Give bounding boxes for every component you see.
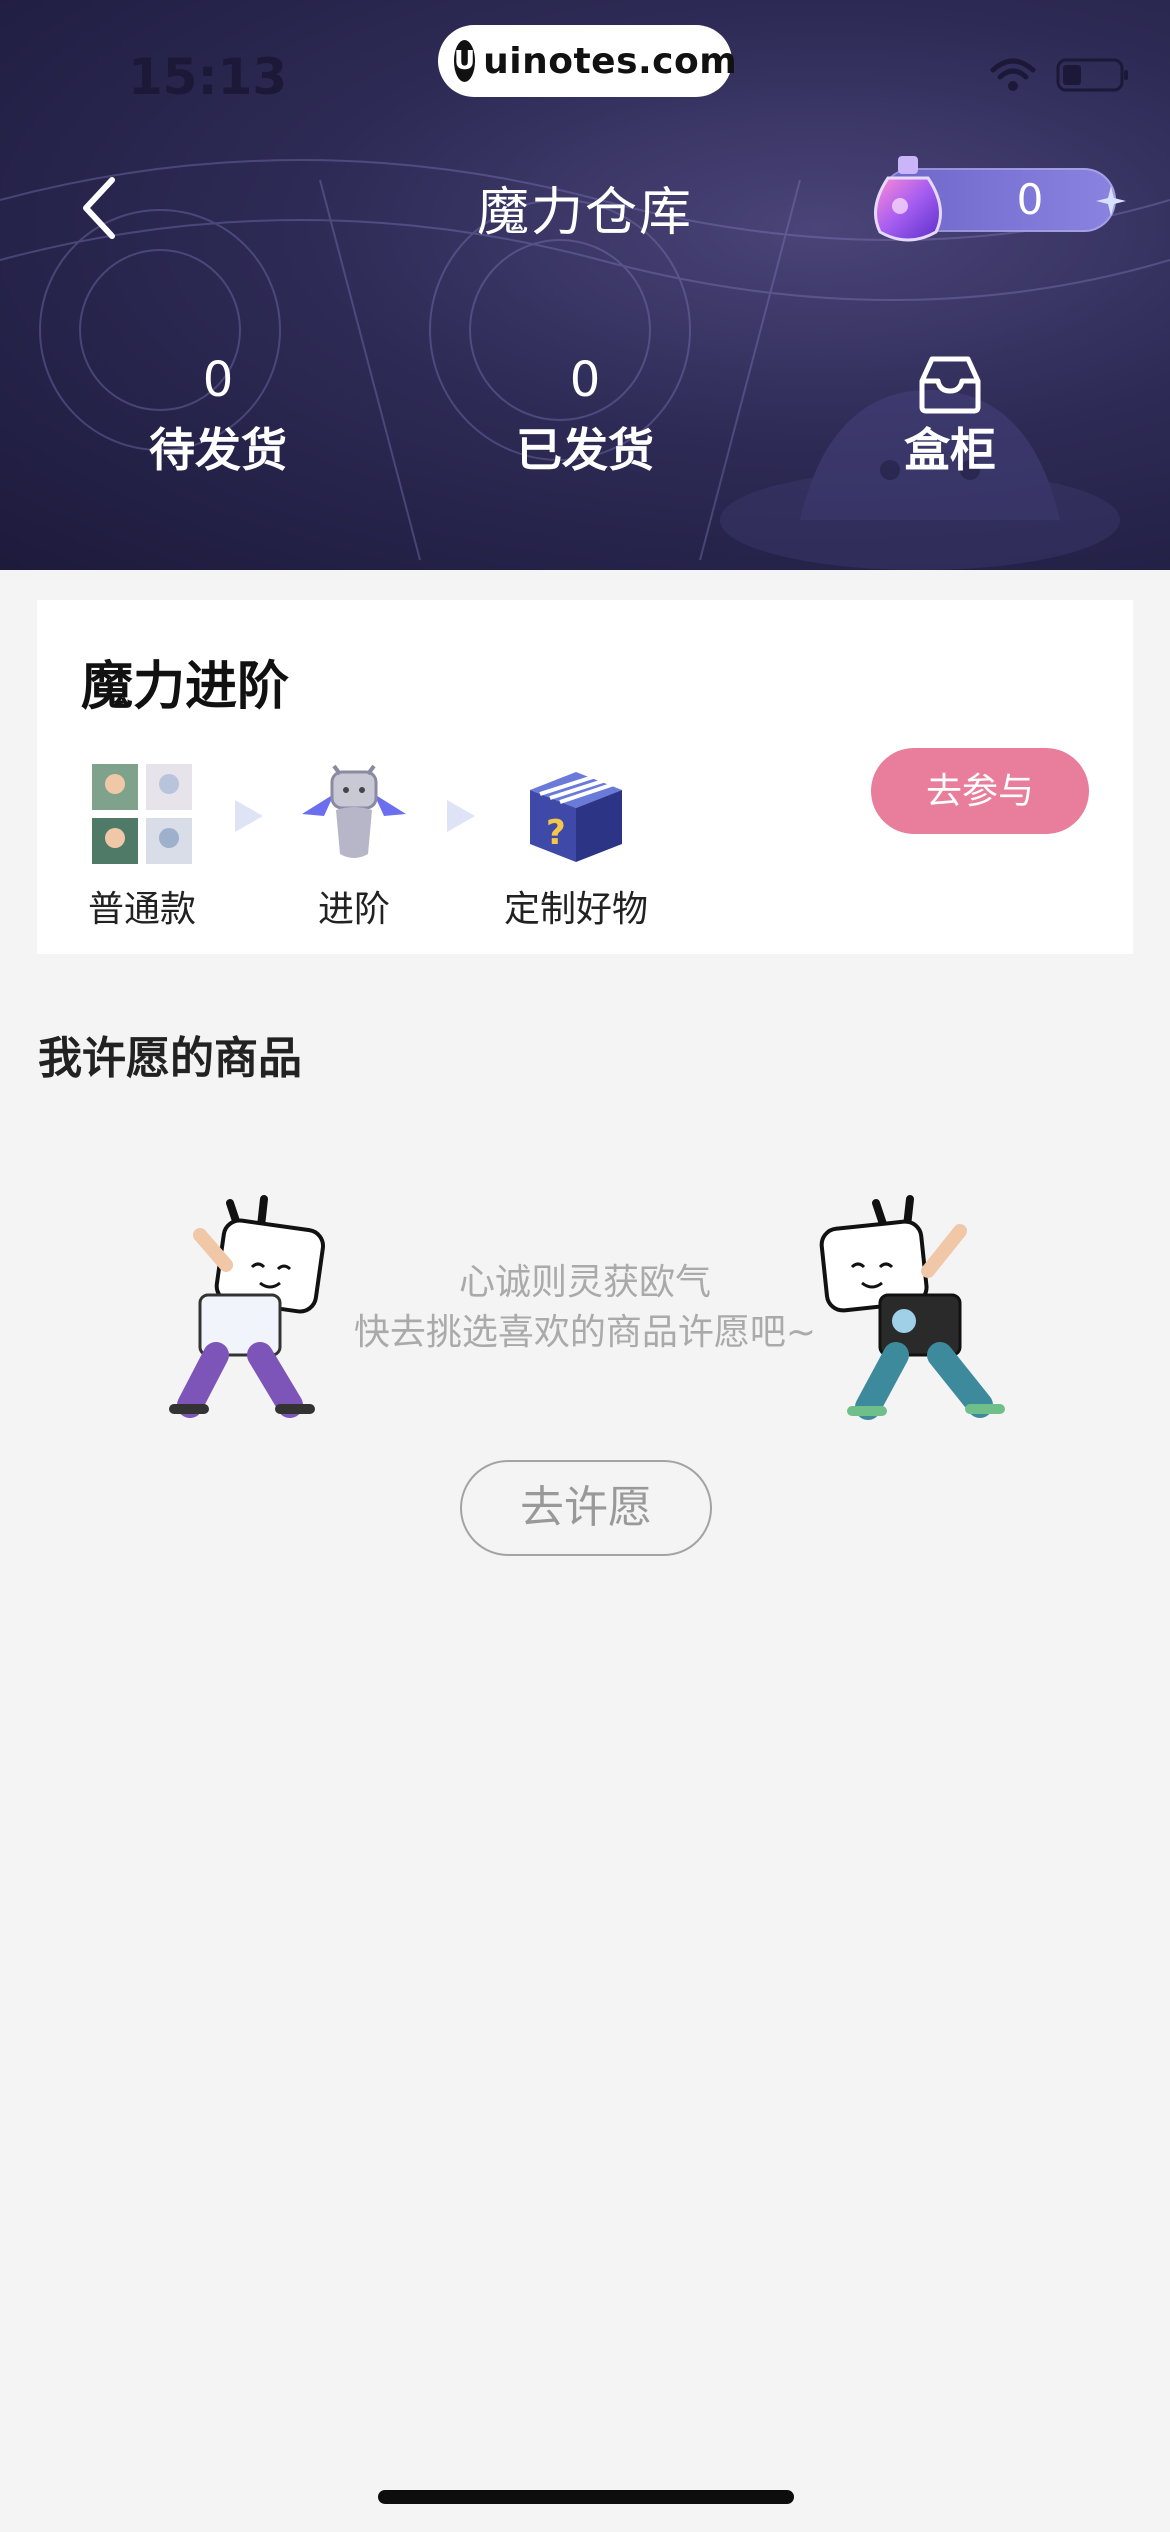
magic-balance-value: 0 (1016, 175, 1044, 224)
watermark-text: uinotes.com (483, 40, 738, 82)
join-button[interactable]: 去参与 (871, 748, 1089, 834)
watermark-badge: U uinotes.com (438, 25, 737, 97)
photo-grid-icon (92, 764, 192, 864)
home-indicator[interactable] (378, 2490, 794, 2504)
arrow-right-icon (235, 800, 263, 832)
empty-state-line1: 心诚则灵获欧气 (458, 1262, 711, 1303)
wifi-icon (990, 58, 1036, 92)
step-regular-label: 普通款 (87, 889, 196, 930)
stat-box-cabinet[interactable]: 盒柜 (830, 345, 1070, 485)
shipped-count: 0 (569, 352, 601, 408)
box-cabinet-label: 盒柜 (904, 423, 996, 477)
shipped-label: 已发货 (516, 423, 654, 477)
magic-advance-card: 魔力进阶 普通款 进阶 ? 定制好物 去参与 (37, 600, 1133, 954)
battery-icon (1056, 58, 1130, 92)
wish-section-title: 我许愿的商品 (38, 1033, 302, 1084)
step-advance: 进阶 (264, 754, 444, 932)
empty-state-text: 心诚则灵获欧气 快去挑选喜欢的商品许愿吧~ (0, 1258, 1170, 1358)
box-icon (919, 356, 981, 414)
step-custom-goods: ? 定制好物 (486, 754, 666, 932)
status-time: 15:13 (128, 48, 288, 106)
svg-text:?: ? (546, 813, 566, 853)
pending-count: 0 (202, 352, 234, 408)
empty-state-line2: 快去挑选喜欢的商品许愿吧~ (353, 1312, 817, 1353)
watermark-logo: U (454, 40, 476, 82)
mystery-box-icon: ? (530, 772, 622, 862)
card-title: 魔力进阶 (81, 657, 290, 717)
step-regular: 普通款 (52, 754, 232, 932)
step-custom-label: 定制好物 (503, 889, 648, 930)
sparkle-icon (1096, 186, 1126, 216)
stat-shipped[interactable]: 0 已发货 (465, 345, 705, 485)
pending-label: 待发货 (149, 423, 287, 477)
magic-potion-icon (874, 156, 942, 242)
mascot-figure-icon (302, 764, 406, 858)
step-advance-label: 进阶 (317, 889, 390, 930)
arrow-right-icon (447, 800, 475, 832)
status-icons (990, 58, 1130, 92)
stat-pending-shipment[interactable]: 0 待发货 (98, 345, 338, 485)
make-wish-button[interactable]: 去许愿 (460, 1460, 712, 1556)
